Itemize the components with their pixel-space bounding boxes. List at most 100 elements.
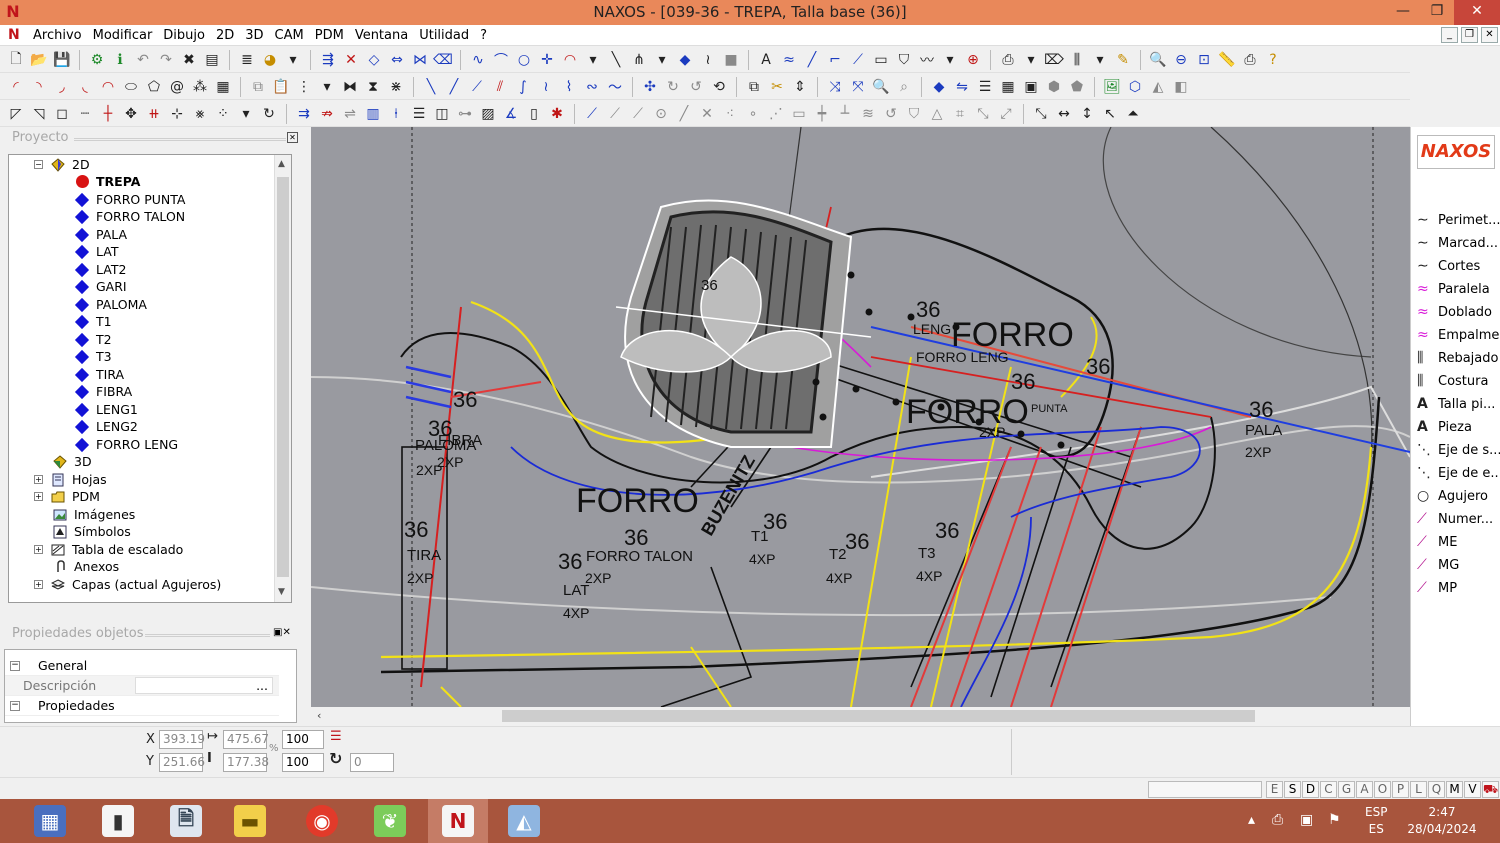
tree-item-trepa[interactable]: TREPA — [75, 173, 140, 190]
measure-angle-icon[interactable]: ↖ — [1100, 104, 1120, 124]
status-toggle-s[interactable]: S — [1284, 781, 1301, 798]
rotation-field[interactable]: 0 — [350, 753, 394, 772]
search-icon[interactable]: 🔍 — [871, 77, 891, 97]
gray-warning-icon[interactable]: △ — [927, 104, 947, 124]
measure-diagonal-icon[interactable]: ⤡ — [1031, 104, 1051, 124]
gray-scatter-icon[interactable]: ⁖ — [720, 104, 740, 124]
tool-agujero[interactable]: ○ Agujero — [1417, 486, 1488, 506]
info-icon[interactable]: ℹ — [110, 50, 130, 70]
node-edit-icon[interactable]: ✣ — [640, 77, 660, 97]
cube-icon[interactable]: ⬡ — [1125, 77, 1145, 97]
canvas-horizontal-scrollbar[interactable]: ‹ — [311, 707, 1410, 725]
arrow-split-icon[interactable]: ⇋ — [952, 77, 972, 97]
tree-item-paloma[interactable]: PALOMA — [74, 296, 147, 313]
tree-item-tira[interactable]: TIRA — [74, 366, 124, 383]
tree-item-pdm[interactable]: + PDM — [34, 488, 100, 505]
pin-icon[interactable]: ⍿ — [386, 104, 406, 124]
lines-icon[interactable]: ☰ — [409, 104, 429, 124]
status-toggle-l[interactable]: L — [1410, 781, 1427, 798]
tray-clock[interactable]: 2:47 28/04/2024 — [1402, 804, 1482, 838]
zigzag-icon[interactable]: ≈ — [779, 50, 799, 70]
menu-dibujo[interactable]: Dibujo — [162, 28, 215, 43]
target-icon[interactable]: ⊕ — [963, 50, 983, 70]
new-file-icon[interactable]: 🗋 — [6, 50, 26, 70]
status-toggle-d[interactable]: D — [1302, 781, 1319, 798]
status-toggle-m[interactable]: M — [1446, 781, 1463, 798]
descripcion-browse-button[interactable]: ... — [135, 677, 273, 694]
hash-icon[interactable]: ⧺ — [144, 104, 164, 124]
close-button[interactable]: ✕ — [1454, 0, 1500, 25]
line-tool-icon[interactable]: ╲ — [606, 50, 626, 70]
tool-eje-escalado[interactable]: ⋱ Eje de e... — [1417, 463, 1500, 483]
status-car-icon[interactable]: ⛟ — [1482, 781, 1499, 798]
shape-d-icon[interactable]: ◻ — [52, 104, 72, 124]
undo-icon[interactable]: ↶ — [133, 50, 153, 70]
tree-item-t1[interactable]: T1 — [74, 313, 112, 330]
tree-item-tabla-escalado[interactable]: + Tabla de escalado — [34, 541, 183, 558]
status-toggle-q[interactable]: Q — [1428, 781, 1445, 798]
point-tool-icon[interactable]: ✛ — [537, 50, 557, 70]
status-toggle-o[interactable]: O — [1374, 781, 1391, 798]
line-a-icon[interactable]: ╲ — [421, 77, 441, 97]
property-descripcion[interactable]: Descripción ... — [5, 676, 279, 696]
tool-empalme[interactable]: ≈ Empalme — [1417, 325, 1499, 345]
marker-icon[interactable]: ◆ — [675, 50, 695, 70]
dashed-line-icon[interactable]: ┈ — [75, 104, 95, 124]
3d-shoe-icon[interactable]: ◭ — [1148, 77, 1168, 97]
tray-printer-icon[interactable]: ⎙ — [1272, 812, 1283, 828]
gray-line-b-icon[interactable]: ⟋ — [628, 104, 648, 124]
gray-line-a-icon[interactable]: ⟋ — [605, 104, 625, 124]
corner-a-icon[interactable]: ◸ — [6, 104, 26, 124]
corner-b-icon[interactable]: ◹ — [29, 104, 49, 124]
zoom-fit-icon[interactable]: ⊡ — [1194, 50, 1214, 70]
spline-icon[interactable]: ∿ — [468, 50, 488, 70]
arrows-vertical-icon[interactable]: ⇕ — [790, 77, 810, 97]
tool-mg[interactable]: ⟋ MG — [1417, 555, 1459, 575]
gray-t-icon[interactable]: ┴ — [835, 104, 855, 124]
tray-network-icon[interactable]: ▣ — [1300, 812, 1313, 828]
redo-icon[interactable]: ↷ — [156, 50, 176, 70]
collapse-toggle[interactable]: − — [34, 160, 43, 169]
tool-me[interactable]: ⟋ ME — [1417, 532, 1457, 552]
gray-frame-icon[interactable]: ⌗ — [950, 104, 970, 124]
menu-utilidad[interactable]: Utilidad — [418, 28, 479, 43]
center-icon[interactable]: ⊹ — [167, 104, 187, 124]
tree-item-leng2[interactable]: LENG2 — [74, 418, 138, 435]
measure-horizontal-icon[interactable]: ↔ — [1054, 104, 1074, 124]
help-icon[interactable]: ? — [1263, 50, 1283, 70]
transform-icon[interactable]: ⟲ — [709, 77, 729, 97]
gray-cross-icon[interactable]: ✕ — [697, 104, 717, 124]
taskbar-naxos[interactable]: N — [428, 799, 488, 843]
taskbar-file-explorer[interactable]: ▬ — [220, 799, 280, 843]
pattern-drawing[interactable]: FORRO FORRO FORRO 36 36 36 36 36 36 36 3… — [311, 127, 1410, 707]
ruler-icon[interactable]: 📏 — [1217, 50, 1237, 70]
property-group-propiedades[interactable]: − Propiedades — [5, 696, 279, 716]
printer-icon[interactable]: ⎙ — [1240, 50, 1260, 70]
stitch-tool-icon[interactable]: ⫼ — [1067, 50, 1087, 70]
tree-item-simbolos[interactable]: Símbolos — [53, 523, 131, 540]
bucket-icon[interactable]: ⛉ — [894, 50, 914, 70]
tree-item-lat2[interactable]: LAT2 — [74, 261, 126, 278]
cross-arrows-icon[interactable]: ⤧ — [848, 77, 868, 97]
gray-resize-icon[interactable]: ⤡ — [973, 104, 993, 124]
taskbar-calculator[interactable]: ▦ — [20, 799, 80, 843]
search-alt-icon[interactable]: ⌕ — [894, 77, 914, 97]
tree-item-t3[interactable]: T3 — [74, 348, 112, 365]
property-group-general[interactable]: − General — [5, 656, 279, 676]
gray-ruler-icon[interactable]: ▭ — [789, 104, 809, 124]
text-tool-icon[interactable]: A — [756, 50, 776, 70]
measure-vertical-icon[interactable]: ↕ — [1077, 104, 1097, 124]
tool-perimetro[interactable]: ∼ Perimet... — [1417, 210, 1500, 230]
eraser-tool-icon[interactable]: ⌦ — [1044, 50, 1064, 70]
tool-numeracion[interactable]: ⟋ Numer... — [1417, 509, 1493, 529]
zoom-icon[interactable]: 🔍 — [1148, 50, 1168, 70]
tool-cortes[interactable]: ∼ Cortes — [1417, 256, 1480, 276]
curve-a-icon[interactable]: ∫ — [513, 77, 533, 97]
status-toggle-a[interactable]: A — [1356, 781, 1373, 798]
settings-gear-icon[interactable]: ⚙ — [87, 50, 107, 70]
line-c-icon[interactable]: ⟋ — [467, 77, 487, 97]
curve-e-icon[interactable]: 〜 — [605, 77, 625, 97]
tree-item-t2[interactable]: T2 — [74, 331, 112, 348]
shape-b-icon[interactable]: ⬟ — [1067, 77, 1087, 97]
split-icon[interactable]: ⋇ — [386, 77, 406, 97]
